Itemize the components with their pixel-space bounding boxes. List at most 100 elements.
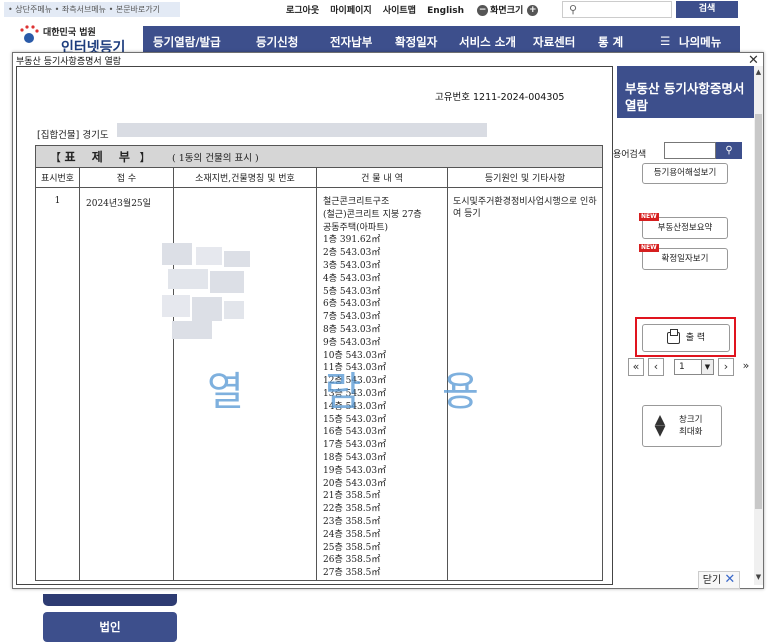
- nav-item-stats[interactable]: 통 계: [598, 34, 623, 50]
- maximize-window-button[interactable]: ▲ ▼ 창크기 최대화: [642, 405, 722, 447]
- property-summary-label: 부동산정보요약: [657, 223, 713, 233]
- building-detail-line: 18층 543.03㎡: [323, 452, 387, 463]
- building-detail-line: 7층 543.03㎡: [323, 312, 381, 323]
- building-detail-line: 4층 543.03㎡: [323, 273, 381, 284]
- search-icon: ⚲: [569, 3, 578, 16]
- corporation-button[interactable]: 법인: [43, 612, 177, 642]
- section-subtitle: ( 1동의 건물의 표시 ): [171, 153, 259, 164]
- nav-item-my-menu[interactable]: 나의메뉴: [679, 34, 721, 50]
- building-detail-line: 23층 358.5㎡: [323, 516, 381, 527]
- utility-links: 로그아웃 마이페이지 사이트맵 English − 화면크기 +: [286, 3, 540, 16]
- property-summary-button[interactable]: NEW 부동산정보요약: [639, 213, 728, 239]
- term-search-label: 용어검색: [613, 150, 647, 160]
- new-badge: NEW: [639, 244, 659, 252]
- col-receipt: 접 수: [79, 167, 174, 188]
- page-value: 1: [679, 362, 685, 372]
- page-navigator: « ‹ 1 ▼ › »: [628, 358, 754, 378]
- nav-item-service[interactable]: 서비스 소개: [459, 34, 516, 50]
- skip-links[interactable]: • 상단주메뉴 • 좌측서브메뉴 • 본문바로가기: [4, 2, 180, 17]
- scroll-up-icon[interactable]: ▲: [754, 68, 763, 76]
- redacted-location-mosaic: [162, 243, 252, 341]
- building-detail-line: 8층 543.03㎡: [323, 324, 381, 335]
- menu-icon[interactable]: ☰: [660, 34, 670, 48]
- first-page-icon[interactable]: «: [628, 358, 644, 376]
- nav-item-payment[interactable]: 전자납부: [330, 34, 372, 50]
- col-cause: 등기원인 및 기타사항: [446, 167, 604, 188]
- building-detail-line: 6층 543.03㎡: [323, 299, 381, 310]
- col-building: 건 물 내 역: [316, 167, 448, 188]
- court-emblem-icon: [20, 25, 39, 43]
- building-detail-line: 9층 543.03㎡: [323, 337, 381, 348]
- redacted-address: [117, 123, 487, 137]
- building-detail-line: 22층 358.5㎡: [323, 504, 381, 515]
- site-search-button[interactable]: 검색: [676, 1, 738, 18]
- term-search-input[interactable]: [664, 142, 716, 159]
- building-detail-line: 3층 543.03㎡: [323, 260, 381, 271]
- nav-item-fixed-date[interactable]: 확정일자: [395, 34, 437, 50]
- section-bracket-close: 】: [139, 151, 151, 164]
- term-search-button[interactable]: ⚲: [716, 142, 742, 159]
- building-detail-line: 공동주택(아파트): [323, 222, 388, 233]
- building-detail-line: (철근)콘크리트 지붕 27층: [323, 209, 422, 220]
- close-icon: ✕: [724, 572, 736, 587]
- building-detail-line: 17층 543.03㎡: [323, 440, 387, 451]
- fixed-date-button[interactable]: NEW 확정일자보기: [639, 244, 728, 270]
- zoom-out-icon[interactable]: −: [477, 5, 489, 16]
- term-explain-button[interactable]: 등기용어해설보기: [642, 163, 728, 184]
- row-receipt-date: 2024년3월25일: [79, 187, 174, 581]
- site-search-input[interactable]: ⚲: [562, 1, 672, 18]
- building-detail-line: 27층 358.5㎡: [323, 568, 381, 579]
- fixed-date-label: 확정일자보기: [661, 254, 709, 264]
- mypage-link[interactable]: 마이페이지: [330, 6, 371, 16]
- top-utility-bar: • 상단주메뉴 • 좌측서브메뉴 • 본문바로가기 로그아웃 마이페이지 사이트…: [0, 0, 773, 20]
- column-header-row: 표시번호 접 수 소재지번,건물명칭 및 번호 건 물 내 역 등기원인 및 기…: [35, 167, 604, 188]
- building-detail-line: 20층 543.03㎡: [323, 478, 387, 489]
- sitemap-link[interactable]: 사이트맵: [383, 6, 416, 16]
- building-address: [집합건물] 경기도: [37, 130, 109, 141]
- building-detail-line: 철근콘크리트구조: [323, 197, 390, 207]
- building-detail-line: 25층 358.5㎡: [323, 542, 381, 553]
- background-tab: [43, 594, 177, 606]
- building-detail-line: 1층 391.62㎡: [323, 235, 381, 246]
- panel-title: 부동산 등기사항증명서 열람: [617, 66, 754, 118]
- prev-page-icon[interactable]: ‹: [648, 358, 664, 376]
- building-detail-line: 21층 358.5㎡: [323, 491, 381, 502]
- building-detail-line: 24층 358.5㎡: [323, 529, 381, 540]
- maximize-label: 창크기 최대화: [679, 415, 703, 437]
- close-button[interactable]: 닫기 ✕: [698, 571, 740, 589]
- next-page-icon[interactable]: ›: [718, 358, 734, 376]
- building-detail-line: 2층 543.03㎡: [323, 248, 381, 259]
- section-header: 【 표 제 부 】 ( 1동의 건물의 표시 ): [34, 145, 604, 168]
- search-icon: ⚲: [725, 145, 733, 156]
- english-link[interactable]: English: [427, 6, 464, 16]
- col-number: 표시번호: [35, 167, 80, 188]
- resize-icon: ▲ ▼: [654, 412, 666, 439]
- nav-item-resources[interactable]: 자료센터: [533, 34, 575, 50]
- building-detail-line: 26층 358.5㎡: [323, 555, 381, 566]
- building-detail-line: 19층 543.03㎡: [323, 465, 387, 476]
- last-page-icon[interactable]: »: [738, 358, 754, 376]
- building-detail-line: 16층 543.03㎡: [323, 427, 387, 438]
- close-label: 닫기: [702, 575, 722, 586]
- print-label: 출 력: [685, 333, 706, 343]
- row-number: 1: [35, 187, 80, 581]
- col-location: 소재지번,건물명칭 및 번호: [173, 167, 317, 188]
- zoom-in-icon[interactable]: +: [527, 5, 539, 16]
- document-pane: 고유번호 1211-2024-004305 [집합건물] 경기도 【 표 제 부…: [16, 66, 613, 585]
- new-badge: NEW: [639, 213, 659, 221]
- nav-item-apply[interactable]: 등기신청: [256, 34, 298, 50]
- section-bracket-open: 【: [50, 151, 61, 164]
- unique-number: 고유번호 1211-2024-004305: [435, 92, 565, 103]
- logout-link[interactable]: 로그아웃: [286, 6, 319, 16]
- page-select[interactable]: 1 ▼: [674, 359, 714, 375]
- chevron-down-icon[interactable]: ▼: [701, 360, 713, 374]
- building-detail-line: 5층 543.03㎡: [323, 286, 381, 297]
- nav-item-view-issue[interactable]: 등기열람/발급: [153, 34, 221, 50]
- site-logo[interactable]: 대한민국 법원 인터넷등기소: [18, 24, 138, 76]
- font-size-label: 화면크기: [490, 6, 524, 16]
- section-title: 표 제 부: [64, 150, 136, 164]
- outer-scrollbar[interactable]: [757, 88, 762, 588]
- printer-icon: [666, 328, 680, 344]
- view-only-watermark: 열 람 용: [207, 369, 513, 415]
- print-button[interactable]: 출 력: [642, 324, 730, 352]
